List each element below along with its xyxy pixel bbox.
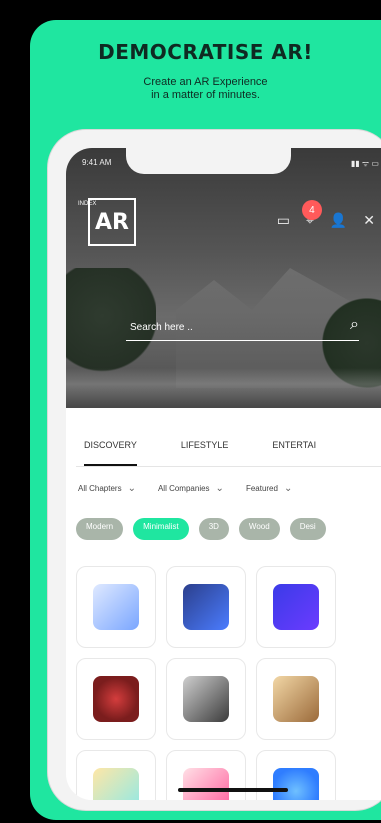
drone-model-icon [183,768,229,800]
chevron-down-icon: ⌄ [215,482,224,494]
model-tile[interactable] [166,658,246,740]
filter-featured-label: Featured [245,483,278,493]
model-tile[interactable] [256,750,336,800]
tab-entertainment[interactable]: ENTERTAI [272,440,316,466]
filter-chapters-label: All Chapters [78,483,122,493]
model-grid [76,566,336,800]
chevron-down-icon: ⌄ [127,482,136,494]
chip-3d[interactable]: 3D [198,518,229,540]
status-icons: ▮▮ ᯤ ▭ [350,159,379,168]
phone-frame: 9:41 AM ▮▮ ᯤ ▭ INDEX AR ▭ ⌖ 4 👤 ✕ Search… [48,130,381,810]
assembly-line-model-icon [183,584,229,630]
model-tile[interactable] [256,658,336,740]
promo-subline: Create an AR Experience in a matter of m… [30,76,381,102]
model-tile[interactable] [256,566,336,648]
tower-model-icon [273,584,319,630]
robot-model-icon [93,584,139,630]
status-time: 9:41 AM [82,158,112,167]
model-tile[interactable] [76,750,156,800]
search-icon[interactable]: ⌕ [350,316,359,334]
cube-model-icon [93,768,139,800]
model-tile[interactable] [76,566,156,648]
filter-chapters[interactable]: All Chapters ⌄ [78,478,136,498]
promo-headline: DEMOCRATISE AR! [98,40,313,64]
message-icon[interactable]: ▭ [277,212,290,229]
model-tile[interactable] [166,750,246,800]
app-screen: 9:41 AM ▮▮ ᯤ ▭ INDEX AR ▭ ⌖ 4 👤 ✕ Search… [66,148,381,800]
header-icons: ▭ ⌖ 4 👤 ✕ [277,200,375,229]
heart-model-icon [93,676,139,722]
hero-cars [66,368,381,408]
tag-chips: Modern Minimalist 3D Wood Desi [76,518,381,540]
chip-wood[interactable]: Wood [238,518,280,540]
close-icon[interactable]: ✕ [363,212,375,229]
user-icon[interactable]: 👤 [330,212,347,229]
model-tile[interactable] [76,658,156,740]
chip-modern[interactable]: Modern [76,518,124,540]
filter-companies-label: All Companies [157,483,210,493]
category-tabs: DISCOVERY LIFESTYLE ENTERTAI [78,440,381,466]
model-tile[interactable] [166,566,246,648]
temple-model-icon [273,676,319,722]
logo-side-text: INDEX [78,201,97,207]
search-placeholder: Search here .. [130,322,193,333]
app-logo-text: AR [95,209,129,235]
tabs-divider [76,466,381,467]
microscope-model-icon [183,676,229,722]
hero-image: 9:41 AM ▮▮ ᯤ ▭ INDEX AR ▭ ⌖ 4 👤 ✕ Search… [66,148,381,408]
filter-featured[interactable]: Featured ⌄ [246,478,292,498]
search-bar[interactable]: Search here .. ⌕ [126,316,359,341]
promo-card: DEMOCRATISE AR! Create an AR Experience … [30,20,381,820]
promo-subline-1: Create an AR Experience [143,76,268,88]
filters-row: All Chapters ⌄ All Companies ⌄ Featured … [78,478,381,498]
promo-subline-2: in a matter of minutes. [151,89,260,101]
chip-minimalist[interactable]: Minimalist [133,518,189,540]
tab-discovery[interactable]: DISCOVERY [84,440,137,466]
notification-badge: 4 [301,200,322,220]
status-bar: 9:41 AM ▮▮ ᯤ ▭ [82,158,379,172]
chevron-down-icon: ⌄ [283,482,293,494]
chip-desi[interactable]: Desi [289,518,326,540]
home-indicator [177,788,288,792]
tab-lifestyle[interactable]: LIFESTYLE [181,440,229,466]
filter-companies[interactable]: All Companies ⌄ [158,478,224,498]
eye-model-icon [273,768,319,800]
pin-icon[interactable]: ⌖ 4 [301,200,322,229]
app-logo[interactable]: AR [88,198,136,246]
